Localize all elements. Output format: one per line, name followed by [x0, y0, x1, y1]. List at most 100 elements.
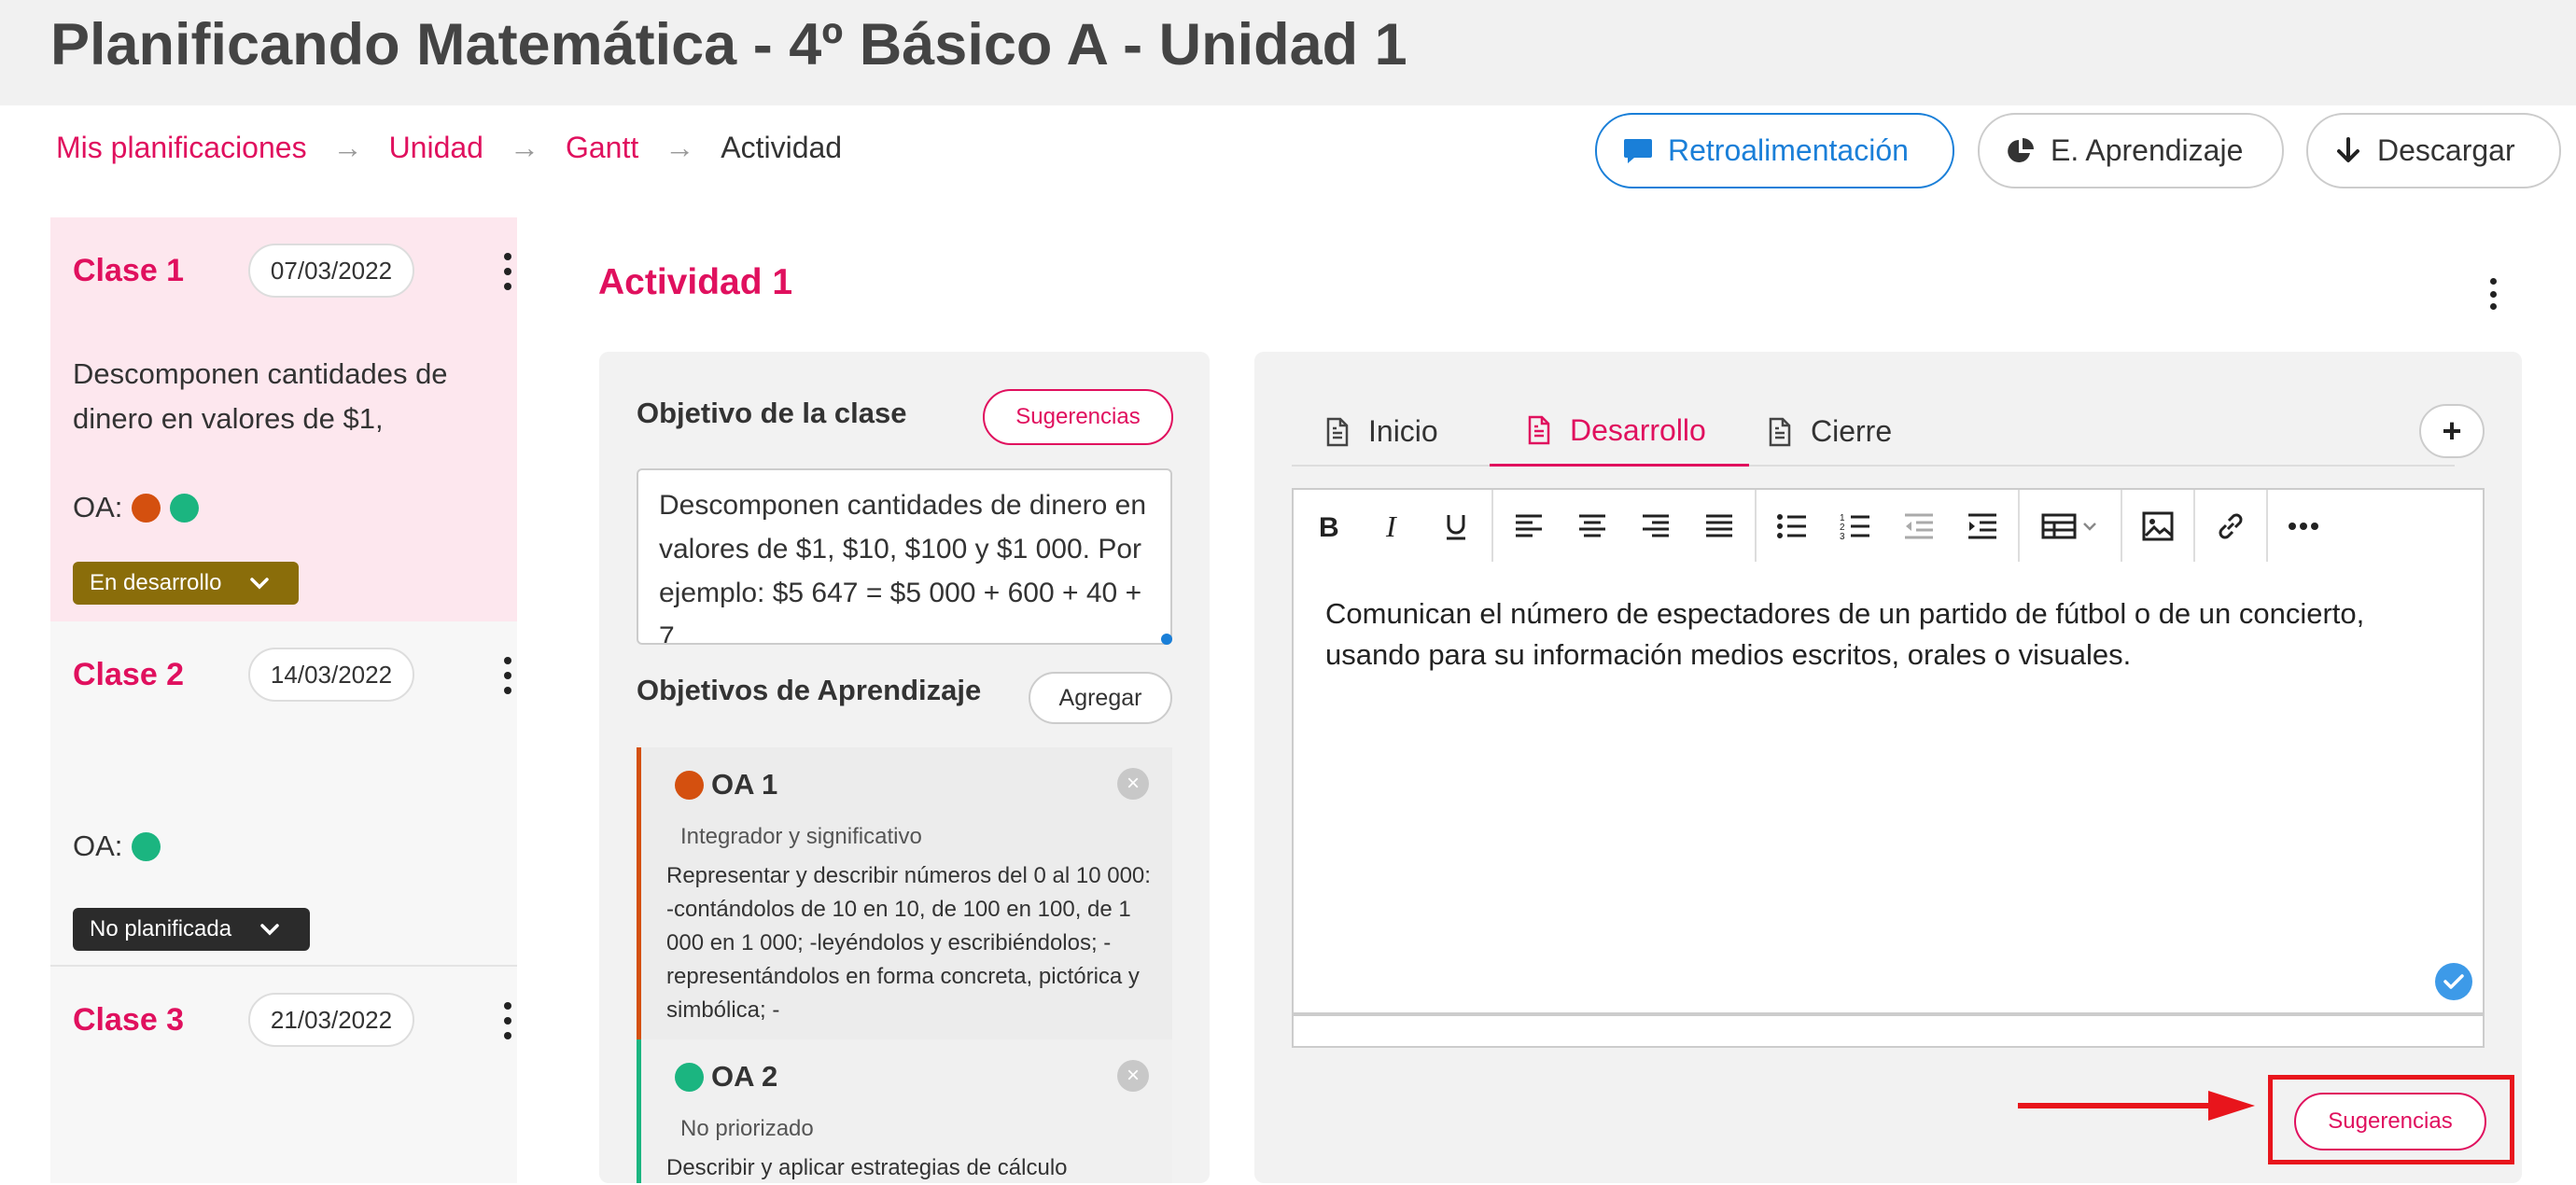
- bold-icon[interactable]: B: [1297, 490, 1361, 562]
- breadcrumb-mis-planificaciones[interactable]: Mis planificaciones: [56, 131, 307, 165]
- tab-inicio[interactable]: Inicio: [1325, 397, 1438, 467]
- link-icon[interactable]: [2199, 490, 2262, 562]
- oa-type: No priorizado: [680, 1116, 814, 1141]
- class-date-field[interactable]: 21/03/2022: [248, 993, 414, 1047]
- resize-handle[interactable]: [1161, 634, 1172, 645]
- phase-tabs: Inicio Desarrollo Cierre: [1292, 397, 2455, 467]
- class-card-1[interactable]: Clase 1 07/03/2022 Descomponen cantidade…: [50, 217, 517, 621]
- more-options-icon[interactable]: [498, 253, 517, 290]
- italic-icon[interactable]: I: [1361, 490, 1424, 562]
- document-icon: [1768, 417, 1792, 447]
- add-oa-button[interactable]: Agregar: [1029, 672, 1172, 724]
- class-date-field[interactable]: 14/03/2022: [248, 648, 414, 702]
- comment-icon: [1623, 137, 1653, 165]
- top-bar: Planificando Matemática - 4º Básico A - …: [0, 0, 2576, 105]
- tab-label: Cierre: [1811, 414, 1893, 448]
- objectives-panel: Objetivo de la clase Sugerencias Descomp…: [599, 352, 1210, 1183]
- status-label: No planificada: [90, 916, 232, 941]
- breadcrumb-gantt[interactable]: Gantt: [566, 131, 638, 165]
- page-title: Planificando Matemática - 4º Básico A - …: [50, 12, 1407, 77]
- breadcrumb: Mis planificaciones → Unidad → Gantt → A…: [56, 131, 842, 165]
- oa-section-title: Objetivos de Aprendizaje: [637, 674, 982, 706]
- class-title: Clase 3: [73, 1002, 185, 1038]
- class-oa-row: OA:: [73, 830, 161, 863]
- objective-textarea[interactable]: Descomponen cantidades de dinero en valo…: [637, 468, 1172, 645]
- oa-color-dot: [675, 770, 704, 800]
- editor-suggestions-button[interactable]: Sugerencias: [2294, 1093, 2486, 1150]
- check-icon: [2435, 963, 2472, 1000]
- oa-1-dot: [132, 493, 161, 523]
- objective-suggestions-button[interactable]: Sugerencias: [983, 389, 1173, 445]
- numbered-list-icon[interactable]: 123: [1824, 490, 1887, 562]
- pie-chart-icon: [2006, 136, 2036, 166]
- arrow-right-icon: →: [332, 131, 363, 164]
- document-icon: [1325, 417, 1350, 447]
- oa-card-1: OA 1 × Integrador y significativo Repres…: [637, 747, 1172, 1039]
- close-icon[interactable]: ×: [1117, 768, 1149, 800]
- table-icon[interactable]: [2023, 490, 2117, 562]
- status-dropdown[interactable]: En desarrollo: [73, 562, 299, 605]
- tab-desarrollo[interactable]: Desarrollo: [1490, 397, 1749, 467]
- editor-panel: Inicio Desarrollo Cierre + B I 1 2 3 Com…: [1254, 352, 2522, 1183]
- align-left-icon[interactable]: [1497, 490, 1561, 562]
- align-justify-icon[interactable]: [1687, 490, 1751, 562]
- download-label: Descargar: [2377, 133, 2515, 167]
- indent-icon[interactable]: [1951, 490, 2014, 562]
- status-label: En desarrollo: [90, 570, 222, 595]
- add-tab-button[interactable]: +: [2419, 404, 2485, 458]
- tab-label: Inicio: [1368, 414, 1438, 448]
- class-date-field[interactable]: 07/03/2022: [248, 244, 414, 298]
- oa-2-dot: [170, 493, 200, 523]
- activity-editor[interactable]: Comunican el número de espectadores de u…: [1292, 562, 2485, 1014]
- arrow-right-icon: →: [665, 131, 695, 164]
- oa-color-dot: [675, 1062, 704, 1092]
- align-right-icon[interactable]: [1624, 490, 1687, 562]
- oa-label: OA:: [73, 830, 123, 862]
- more-options-icon[interactable]: [498, 1002, 517, 1039]
- underline-icon[interactable]: [1424, 490, 1488, 562]
- breadcrumb-current: Actividad: [721, 131, 843, 164]
- download-button[interactable]: Descargar: [2306, 113, 2561, 188]
- bullet-list-icon[interactable]: [1760, 490, 1824, 562]
- oa-card-2: OA 2 × No priorizado Describir y aplicar…: [637, 1039, 1172, 1183]
- more-icon[interactable]: [2272, 490, 2335, 562]
- more-options-icon[interactable]: [2484, 278, 2502, 310]
- tab-label: Desarrollo: [1570, 412, 1706, 447]
- editor-statusbar: [1292, 1014, 2485, 1048]
- status-dropdown[interactable]: No planificada: [73, 908, 310, 951]
- oa-description: Describir y aplicar estrategias de cálcu…: [666, 1155, 1068, 1180]
- chevron-down-icon: [259, 923, 280, 936]
- class-oa-row: OA:: [73, 491, 200, 524]
- breadcrumb-unidad[interactable]: Unidad: [389, 131, 483, 165]
- class-card-2[interactable]: Clase 2 14/03/2022 OA: No planificada: [50, 621, 517, 967]
- annotation-arrow-icon: [2016, 1087, 2261, 1129]
- learning-button[interactable]: E. Aprendizaje: [1978, 113, 2284, 188]
- chevron-down-icon: [249, 577, 270, 590]
- oa-card-header: OA 1: [675, 768, 777, 802]
- feedback-label: Retroalimentación: [1668, 133, 1909, 167]
- class-card-3[interactable]: Clase 3 21/03/2022: [50, 967, 517, 1183]
- oa-name: OA 1: [711, 768, 778, 801]
- image-icon[interactable]: [2126, 490, 2190, 562]
- outdent-icon[interactable]: [1887, 490, 1951, 562]
- objective-title: Objetivo de la clase: [637, 397, 907, 429]
- tab-cierre[interactable]: Cierre: [1768, 397, 1892, 467]
- oa-2-dot: [132, 831, 161, 861]
- oa-type: Integrador y significativo: [680, 824, 922, 849]
- feedback-button[interactable]: Retroalimentación: [1595, 113, 1954, 188]
- oa-card-header: OA 2: [675, 1060, 777, 1094]
- editor-toolbar: B I 123: [1292, 488, 2485, 564]
- class-description: Descomponen cantidades de dinero en valo…: [73, 357, 448, 435]
- class-title: Clase 1: [73, 253, 185, 288]
- align-center-icon[interactable]: [1561, 490, 1624, 562]
- more-options-icon[interactable]: [498, 657, 517, 694]
- document-icon: [1527, 415, 1551, 445]
- svg-text:B: B: [1319, 512, 1339, 541]
- class-list: Clase 1 07/03/2022 Descomponen cantidade…: [50, 217, 517, 1183]
- svg-text:I: I: [1385, 511, 1397, 541]
- close-icon[interactable]: ×: [1117, 1060, 1149, 1092]
- oa-label: OA:: [73, 491, 123, 523]
- learning-label: E. Aprendizaje: [2051, 133, 2244, 167]
- download-icon: [2334, 136, 2362, 166]
- svg-text:3: 3: [1840, 532, 1845, 540]
